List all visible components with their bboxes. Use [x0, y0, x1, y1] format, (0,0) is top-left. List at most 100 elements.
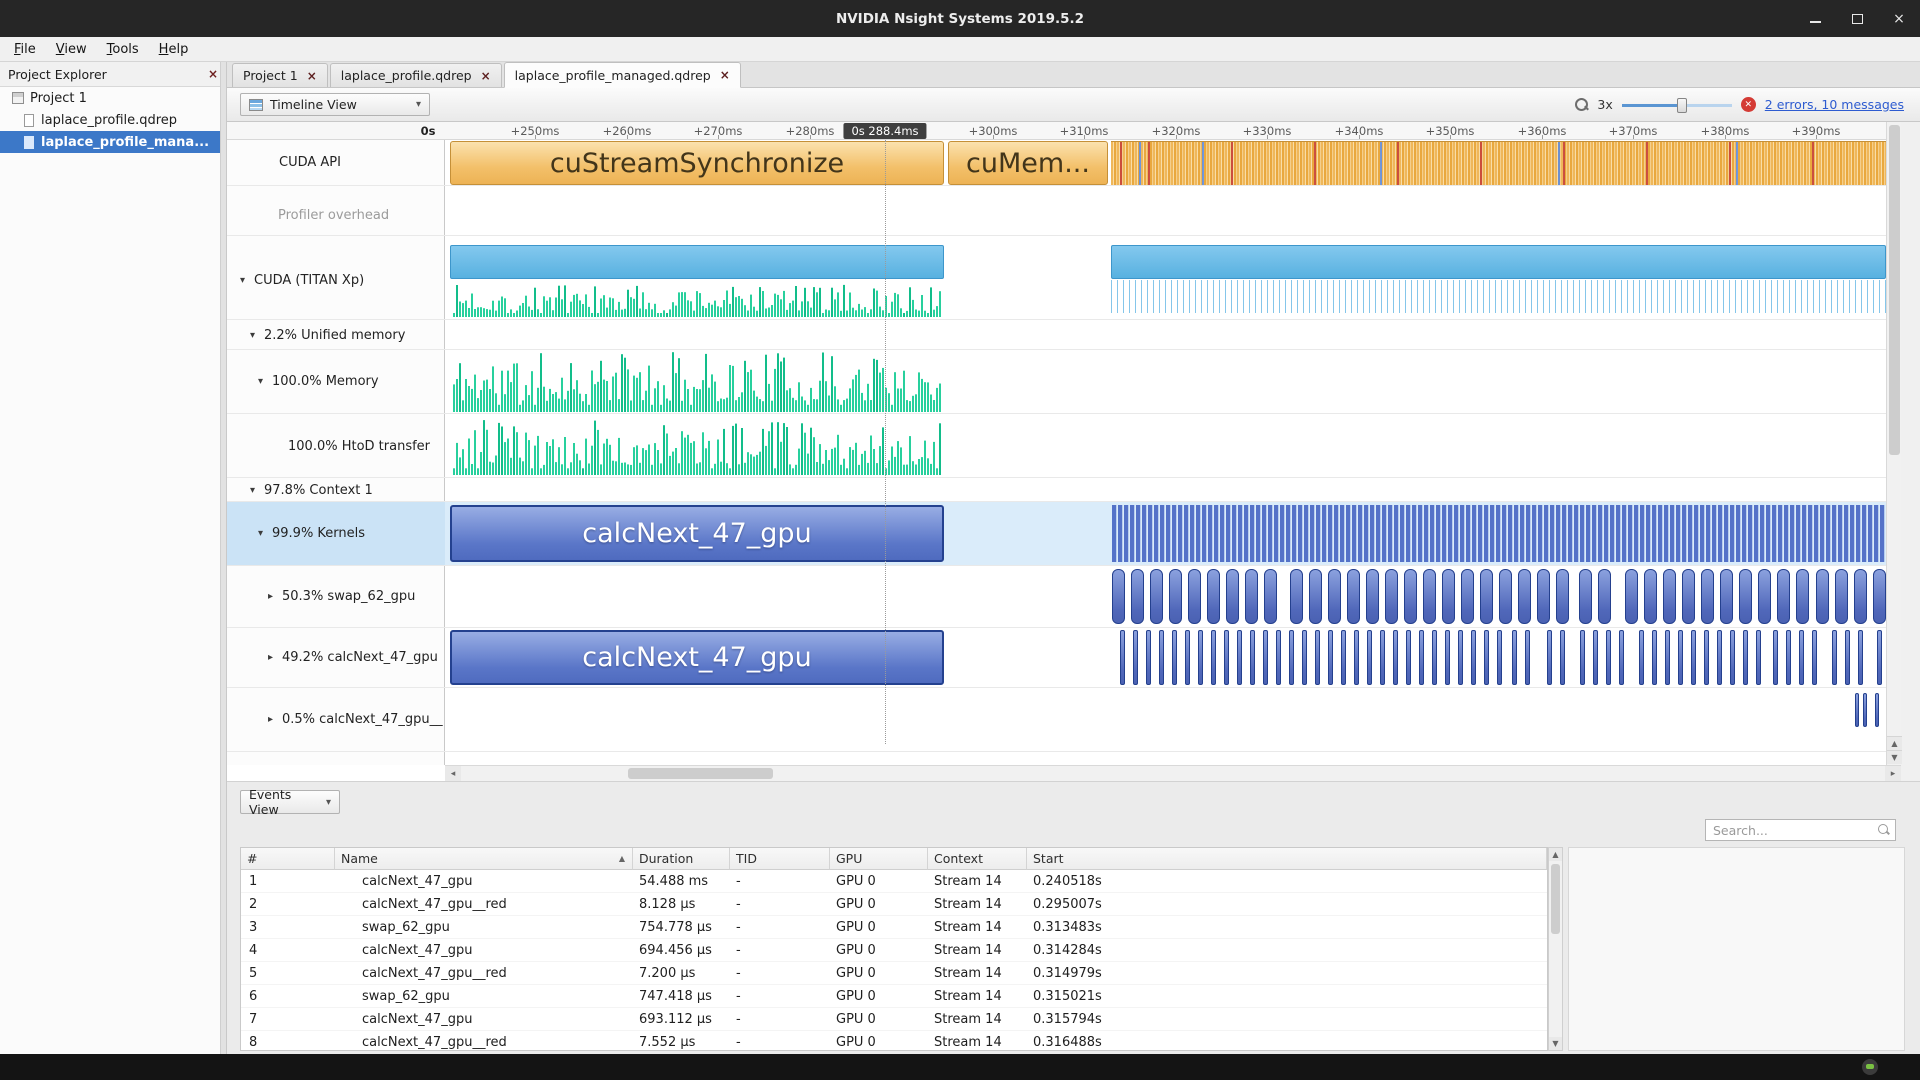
close-icon[interactable]: × — [208, 67, 218, 81]
column-header-tid[interactable]: TID — [730, 848, 830, 870]
chevron-right-icon[interactable]: ▸ — [268, 714, 282, 725]
scroll-left-icon[interactable]: ◂ — [445, 766, 461, 781]
chevron-down-icon[interactable]: ▾ — [250, 330, 264, 341]
scroll-down-icon[interactable]: ▼ — [1549, 1037, 1562, 1050]
scroll-down-icon[interactable]: ▼ — [1887, 750, 1902, 764]
explorer-item-laplace-profile-mana[interactable]: laplace_profile_mana... — [0, 131, 226, 153]
kernel-pill[interactable] — [1812, 630, 1817, 685]
kernel-pill[interactable] — [1704, 630, 1709, 685]
kernel-pill[interactable] — [1380, 630, 1385, 685]
timeline-vscrollbar[interactable]: ▲ ▼ — [1886, 122, 1901, 765]
kernel-pill[interactable] — [1497, 630, 1502, 685]
kernel-pill[interactable] — [1185, 630, 1190, 685]
kernel-pill[interactable] — [1701, 569, 1714, 624]
kernel-pill[interactable] — [1341, 630, 1346, 685]
events-table-vscrollbar[interactable]: ▲ ▼ — [1548, 847, 1563, 1051]
kernel-pill[interactable] — [1404, 569, 1417, 624]
kernel-pill[interactable] — [1207, 569, 1220, 624]
table-row[interactable]: 8calcNext_47_gpu__red7.552 µs-GPU 0Strea… — [241, 1031, 1547, 1051]
timeline-bar[interactable]: cuMem... — [948, 141, 1108, 185]
kernel-pill[interactable] — [1328, 569, 1341, 624]
kernel-pill[interactable] — [1406, 630, 1411, 685]
menu-tools[interactable]: Tools — [97, 39, 149, 60]
kernel-pill[interactable] — [1250, 630, 1255, 685]
dense-events-strip[interactable] — [1112, 505, 1886, 562]
kernel-pill[interactable] — [1367, 630, 1372, 685]
chevron-right-icon[interactable]: ▸ — [268, 591, 282, 602]
kernel-pill[interactable] — [1393, 630, 1398, 685]
kernel-pill[interactable] — [1756, 630, 1761, 685]
kernel-pill[interactable] — [1796, 569, 1809, 624]
kernel-pill[interactable] — [1580, 630, 1585, 685]
chevron-down-icon[interactable]: ▾ — [258, 528, 272, 539]
explorer-item-project-1[interactable]: Project 1 — [0, 87, 226, 109]
kernel-pill[interactable] — [1512, 630, 1517, 685]
kernel-pill[interactable] — [1480, 569, 1493, 624]
kernel-pill[interactable] — [1743, 630, 1748, 685]
kernel-pill[interactable] — [1419, 630, 1424, 685]
kernel-pill[interactable] — [1484, 630, 1489, 685]
kernel-pill[interactable] — [1547, 630, 1552, 685]
timeline-row-100-0-htod-transfer[interactable]: 100.0% HtoD transfer — [227, 416, 1886, 478]
kernel-pill[interactable] — [1354, 630, 1359, 685]
timeline-hscrollbar[interactable]: ◂ ▸ — [445, 765, 1901, 781]
kernel-pill[interactable] — [1717, 630, 1722, 685]
kernel-pill[interactable] — [1799, 630, 1804, 685]
kernel-pill[interactable] — [1442, 569, 1455, 624]
kernel-pill[interactable] — [1758, 569, 1771, 624]
kernel-pill[interactable] — [1385, 569, 1398, 624]
kernel-pill[interactable] — [1224, 630, 1229, 685]
kernel-pill[interactable] — [1863, 693, 1867, 727]
kernel-pill[interactable] — [1263, 630, 1268, 685]
kernel-pill[interactable] — [1663, 569, 1676, 624]
timeline-row-profiler-overhead[interactable]: Profiler overhead — [227, 196, 1886, 236]
kernel-pill[interactable] — [1639, 630, 1644, 685]
kernel-pill[interactable] — [1366, 569, 1379, 624]
kernel-pill[interactable] — [1471, 630, 1476, 685]
tab-laplace-profile-qdrep[interactable]: laplace_profile.qdrep× — [330, 63, 502, 87]
events-view-selector[interactable]: Events View ▾ — [240, 790, 340, 814]
kernel-pill[interactable] — [1875, 693, 1879, 727]
scroll-up-icon[interactable]: ▲ — [1887, 736, 1902, 750]
kernel-pill[interactable] — [1289, 630, 1294, 685]
kernel-pill[interactable] — [1315, 630, 1320, 685]
table-row[interactable]: 2calcNext_47_gpu__red8.128 µs-GPU 0Strea… — [241, 893, 1547, 916]
kernel-pill[interactable] — [1309, 569, 1322, 624]
search-input[interactable] — [1705, 819, 1896, 841]
column-header-gpu[interactable]: GPU — [830, 848, 928, 870]
kernel-pill[interactable] — [1777, 569, 1790, 624]
kernel-pill[interactable] — [1112, 569, 1125, 624]
timeline-bar[interactable]: calcNext_47_gpu — [450, 630, 944, 685]
kernel-pill[interactable] — [1328, 630, 1333, 685]
kernel-pill[interactable] — [1188, 569, 1201, 624]
kernel-pill[interactable] — [1264, 569, 1277, 624]
kernel-pill[interactable] — [1619, 630, 1624, 685]
kernel-pill[interactable] — [1579, 569, 1592, 624]
chevron-down-icon[interactable]: ▾ — [258, 376, 272, 387]
timeline-row-97-8-context-1[interactable]: ▾97.8% Context 1 — [227, 480, 1886, 502]
tab-project-1[interactable]: Project 1× — [232, 63, 328, 87]
kernel-pill[interactable] — [1682, 569, 1695, 624]
kernel-pill[interactable] — [1832, 630, 1837, 685]
activity-graph[interactable] — [453, 352, 943, 412]
close-button[interactable]: × — [1892, 12, 1906, 26]
kernel-pill[interactable] — [1606, 630, 1611, 685]
table-row[interactable]: 5calcNext_47_gpu__red7.200 µs-GPU 0Strea… — [241, 962, 1547, 985]
kernel-pill[interactable] — [1625, 569, 1638, 624]
column-header-start[interactable]: Start — [1027, 848, 1547, 870]
kernel-instances[interactable] — [1855, 693, 1886, 727]
kernel-pill[interactable] — [1461, 569, 1474, 624]
timeline-row-0-5-calcnext-47-gpu[interactable]: ▸0.5% calcNext_47_gpu__ — [227, 688, 1886, 752]
scroll-right-icon[interactable]: ▸ — [1885, 766, 1901, 781]
kernel-pill[interactable] — [1873, 569, 1886, 624]
kernel-pill[interactable] — [1198, 630, 1203, 685]
kernel-pill[interactable] — [1858, 630, 1863, 685]
kernel-pill[interactable] — [1133, 630, 1138, 685]
chat-bubble-icon[interactable] — [1862, 1059, 1878, 1075]
kernel-pill[interactable] — [1678, 630, 1683, 685]
maximize-button[interactable] — [1850, 12, 1864, 26]
kernel-pill[interactable] — [1120, 630, 1125, 685]
kernel-pill[interactable] — [1644, 569, 1657, 624]
kernel-pill[interactable] — [1169, 569, 1182, 624]
kernel-pill[interactable] — [1237, 630, 1242, 685]
